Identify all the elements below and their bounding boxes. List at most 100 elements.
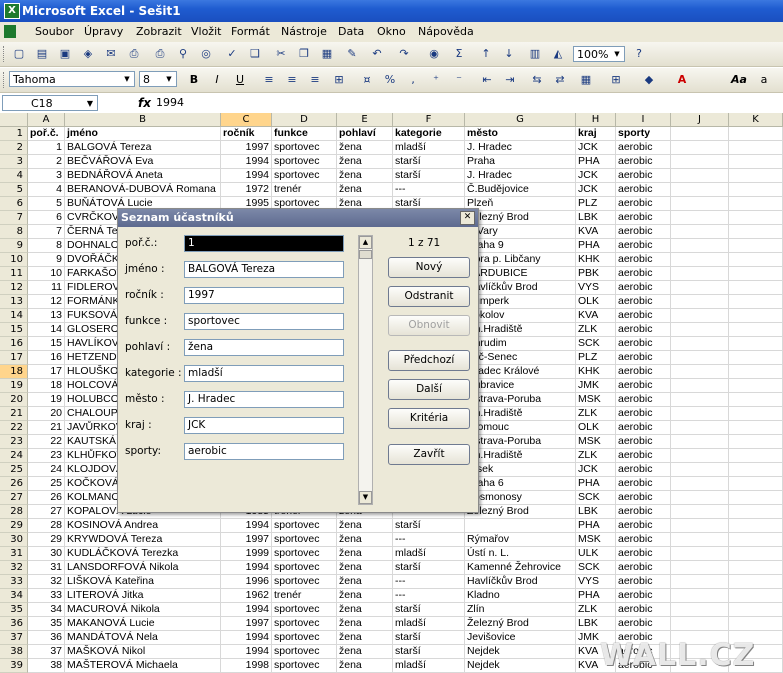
cell[interactable]: aerobic — [616, 603, 671, 617]
cell[interactable]: Uh.Hradiště — [465, 407, 576, 421]
cell[interactable]: Praha 9 — [465, 239, 576, 253]
cell[interactable] — [671, 449, 729, 463]
search-icon[interactable]: ⚲ — [174, 45, 192, 62]
cell[interactable] — [671, 323, 729, 337]
cell[interactable]: KVA — [576, 309, 616, 323]
cell[interactable]: PLZ — [576, 351, 616, 365]
row-header[interactable]: 3 — [0, 155, 28, 169]
row-header[interactable]: 31 — [0, 547, 28, 561]
cell[interactable]: starší — [393, 603, 465, 617]
chart-wizard-icon[interactable]: ▥ — [526, 45, 544, 62]
cell[interactable]: 1997 — [221, 617, 272, 631]
cell[interactable]: PHA — [576, 155, 616, 169]
cell[interactable] — [671, 435, 729, 449]
cell[interactable]: KUDLÁČKOVÁ Terezka — [65, 547, 221, 561]
cell[interactable]: 25 — [28, 477, 65, 491]
cell[interactable]: MSK — [576, 435, 616, 449]
cell[interactable] — [729, 239, 783, 253]
cell[interactable]: sportovec — [272, 659, 337, 673]
field-input[interactable]: sportovec — [184, 313, 344, 330]
align-center-icon[interactable]: ≡ — [283, 71, 301, 88]
field-input[interactable]: BALGOVÁ Tereza — [184, 261, 344, 278]
row-header[interactable]: 26 — [0, 477, 28, 491]
cell[interactable] — [671, 603, 729, 617]
cell[interactable]: 2 — [28, 155, 65, 169]
cell[interactable]: 1994 — [221, 169, 272, 183]
cell[interactable] — [671, 379, 729, 393]
cell[interactable]: 1994 — [221, 631, 272, 645]
cell[interactable]: sportovec — [272, 561, 337, 575]
row-header[interactable]: 16 — [0, 337, 28, 351]
sort-ascending-icon[interactable]: ↑ — [477, 45, 495, 62]
record-scrollbar[interactable]: ▲ ▼ — [358, 235, 373, 505]
cell[interactable]: JCK — [576, 141, 616, 155]
cell[interactable]: Nejdek — [465, 645, 576, 659]
close-icon[interactable]: ✕ — [460, 211, 475, 225]
borders-icon[interactable]: ⊞ — [607, 71, 625, 88]
row-header[interactable]: 17 — [0, 351, 28, 365]
row-header[interactable]: 39 — [0, 659, 28, 673]
cell[interactable] — [729, 365, 783, 379]
restore-button[interactable]: Obnovit — [388, 315, 470, 336]
cell[interactable]: aerobic — [616, 477, 671, 491]
cell[interactable]: VYS — [576, 575, 616, 589]
cell[interactable]: Uh.Hradiště — [465, 449, 576, 463]
select-all-corner[interactable] — [0, 113, 28, 127]
cell[interactable]: mladší — [393, 659, 465, 673]
cell[interactable] — [671, 463, 729, 477]
row-header[interactable]: 12 — [0, 281, 28, 295]
cell[interactable]: aerobic — [616, 407, 671, 421]
cell[interactable]: BEČVÁŘOVÁ Eva — [65, 155, 221, 169]
row-header[interactable]: 24 — [0, 449, 28, 463]
cell[interactable]: 3 — [28, 169, 65, 183]
sort-descending-icon[interactable]: ↓ — [500, 45, 518, 62]
cell[interactable]: SCK — [576, 337, 616, 351]
cell[interactable]: aerobic — [616, 281, 671, 295]
menu-vlozit[interactable]: Vložit — [191, 25, 221, 38]
row-header[interactable]: 38 — [0, 645, 28, 659]
cell[interactable]: žena — [337, 589, 393, 603]
cell[interactable] — [465, 519, 576, 533]
cell[interactable] — [671, 239, 729, 253]
cell[interactable] — [671, 533, 729, 547]
cell[interactable] — [729, 169, 783, 183]
cell[interactable]: aerobic — [616, 589, 671, 603]
cell[interactable]: aerobic — [616, 365, 671, 379]
column-header-b[interactable]: B — [65, 113, 221, 127]
cell[interactable] — [729, 505, 783, 519]
cell[interactable]: mladší — [393, 141, 465, 155]
row-header[interactable]: 9 — [0, 239, 28, 253]
cell[interactable]: aerobic — [616, 267, 671, 281]
cell[interactable]: žena — [337, 631, 393, 645]
row-header[interactable]: 1 — [0, 127, 28, 141]
cell[interactable] — [671, 295, 729, 309]
row-header[interactable]: 2 — [0, 141, 28, 155]
cell[interactable]: starší — [393, 631, 465, 645]
cell[interactable]: MAŠTEROVÁ Michaela — [65, 659, 221, 673]
cell[interactable] — [671, 225, 729, 239]
cell[interactable]: Č.Budějovice — [465, 183, 576, 197]
cell[interactable] — [729, 127, 783, 141]
cell[interactable]: mladší — [393, 547, 465, 561]
cell[interactable]: 28 — [28, 519, 65, 533]
spelling-icon[interactable]: ✓ — [223, 45, 241, 62]
cell[interactable]: Písek — [465, 463, 576, 477]
cell[interactable]: 4 — [28, 183, 65, 197]
cell[interactable]: 9 — [28, 253, 65, 267]
cell[interactable] — [671, 155, 729, 169]
cell[interactable]: sportovec — [272, 155, 337, 169]
cell[interactable] — [729, 463, 783, 477]
cell[interactable]: 26 — [28, 491, 65, 505]
cell[interactable]: aerobic — [616, 449, 671, 463]
row-header[interactable]: 20 — [0, 393, 28, 407]
row-header[interactable]: 30 — [0, 533, 28, 547]
cell[interactable] — [729, 533, 783, 547]
cell[interactable]: aerobic — [616, 239, 671, 253]
scroll-up-icon[interactable]: ▲ — [359, 236, 372, 249]
cell[interactable]: sportovec — [272, 519, 337, 533]
cell[interactable]: Ostrava-Poruba — [465, 393, 576, 407]
cell[interactable] — [729, 379, 783, 393]
cell[interactable]: funkce — [272, 127, 337, 141]
help-icon[interactable]: ? — [630, 45, 648, 62]
cell[interactable] — [729, 323, 783, 337]
